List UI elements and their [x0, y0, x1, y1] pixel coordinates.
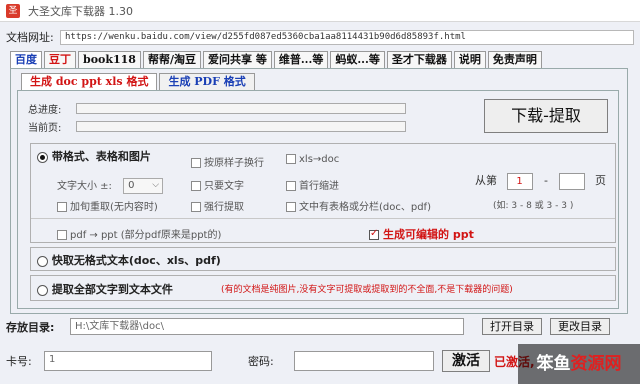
- total-progress-bar: [76, 103, 406, 114]
- change-directory-button[interactable]: 更改目录: [550, 318, 610, 335]
- mode-formatted-label: 带格式、表格和图片: [51, 150, 151, 163]
- first-indent-checkbox[interactable]: [286, 181, 296, 191]
- tab-weipu[interactable]: 维普...等: [273, 51, 329, 69]
- mode-all-text-group: 提取全部文字到文本文件 (有的文档是纯图片,没有文字可提取或提取到的不全面,不是…: [30, 275, 616, 301]
- pdf-to-ppt-checkbox[interactable]: [57, 230, 67, 240]
- mode-quick-text-option[interactable]: 快取无格式文本(doc、xls、pdf): [37, 252, 221, 268]
- total-progress-row: 总进度:: [28, 101, 406, 116]
- font-size-label: 文字大小 ±:: [57, 181, 112, 192]
- mode-formatted-option[interactable]: 带格式、表格和图片: [37, 148, 151, 164]
- download-extract-button[interactable]: 下载-提取: [484, 99, 608, 133]
- tab-docin[interactable]: 豆丁: [44, 51, 76, 69]
- current-progress-bar: [76, 121, 406, 132]
- password-input[interactable]: [294, 351, 434, 371]
- opt-pdf-to-ppt[interactable]: pdf → ppt (部分pdf原来是ppt的): [57, 226, 221, 241]
- tab-help[interactable]: 说明: [453, 51, 486, 69]
- tab-iask[interactable]: 爱问共享 等: [202, 51, 272, 69]
- first-indent-label: 首行缩进: [299, 181, 339, 192]
- page-to-input[interactable]: [559, 172, 586, 190]
- text-only-label: 只要文字: [204, 181, 244, 192]
- group-divider: [31, 218, 615, 219]
- format-panel: 总进度: 当前页: 下载-提取 带格式、表格和图片 按原样子换行 xls→doc…: [17, 90, 619, 309]
- table-columns-label: 文中有表格或分栏(doc、pdf): [299, 202, 431, 213]
- url-label: 文档网址:: [6, 31, 54, 44]
- directory-row: 存放目录: H:\文库下载器\doc\ 打开目录 更改目录: [6, 318, 610, 335]
- page-from-input[interactable]: 1: [506, 172, 533, 190]
- watermark-part1: 笨鱼: [536, 354, 571, 374]
- main-panel: 生成 doc ppt xls 格式 生成 PDF 格式 总进度: 当前页: 下载…: [10, 68, 628, 314]
- xls-doc-label: xls→doc: [299, 154, 340, 165]
- table-columns-checkbox[interactable]: [286, 202, 296, 212]
- opt-keep-newline[interactable]: 按原样子换行: [191, 154, 264, 169]
- activation-row: 卡号: 1 密码: 激活 已激活,: [6, 350, 535, 372]
- page-range-dash: -: [544, 174, 548, 187]
- mode-all-text-radio[interactable]: [37, 284, 48, 296]
- opt-text-only[interactable]: 只要文字: [191, 177, 244, 192]
- opt-reload[interactable]: 加旬重取(无内容时): [57, 198, 158, 213]
- reload-label: 加旬重取(无内容时): [70, 202, 158, 213]
- page-unit-label: 页: [594, 174, 606, 187]
- opt-first-indent[interactable]: 首行缩进: [286, 177, 339, 192]
- site-watermark: 笨鱼资源网: [518, 344, 640, 384]
- opt-editable-ppt[interactable]: 生成可编辑的 ppt: [369, 226, 474, 242]
- tab-book118[interactable]: book118: [78, 51, 141, 69]
- force-extract-checkbox[interactable]: [191, 202, 201, 212]
- mode-all-text-note: (有的文档是纯图片,没有文字可提取或提取到的不全面,不是下载器的问题): [221, 285, 513, 295]
- url-row: 文档网址: https://wenku.baidu.com/view/d255f…: [6, 29, 634, 45]
- page-example: (如: 3 - 8 或 3 - 3 ): [493, 201, 574, 211]
- mode-quick-text-radio[interactable]: [37, 255, 48, 267]
- card-label: 卡号:: [6, 355, 32, 368]
- window-title: 大圣文库下载器 1.30: [28, 4, 133, 18]
- format-tabs: 生成 doc ppt xls 格式 生成 PDF 格式: [21, 73, 257, 91]
- tab-mayi[interactable]: 蚂蚁...等: [330, 51, 385, 69]
- font-size-control: 文字大小 ±: 0: [57, 177, 164, 194]
- password-label: 密码:: [248, 355, 274, 368]
- opt-force-extract[interactable]: 强行提取: [191, 198, 244, 213]
- app-icon: 圣: [6, 3, 20, 18]
- open-directory-button[interactable]: 打开目录: [482, 318, 542, 335]
- mode-formatted-radio[interactable]: [37, 151, 48, 163]
- site-tabs: 百度 豆丁 book118 帮帮/淘豆 爱问共享 等 维普...等 蚂蚁...等…: [10, 51, 544, 70]
- page-from-label: 从第: [475, 174, 497, 187]
- directory-input[interactable]: H:\文库下载器\doc\: [70, 318, 464, 335]
- watermark-part2: 资源网: [570, 354, 622, 374]
- tab-disclaimer[interactable]: 免责声明: [487, 51, 542, 69]
- current-progress-label: 当前页:: [28, 123, 62, 134]
- editable-ppt-label: 生成可编辑的 ppt: [383, 228, 474, 241]
- tab-bangbang[interactable]: 帮帮/淘豆: [142, 51, 201, 69]
- reload-checkbox[interactable]: [57, 202, 67, 212]
- mode-all-text-option[interactable]: 提取全部文字到文本文件: [37, 281, 173, 297]
- directory-label: 存放目录:: [6, 320, 55, 334]
- total-progress-label: 总进度:: [28, 105, 62, 116]
- tab-shengcai[interactable]: 圣才下载器: [386, 51, 452, 69]
- text-only-checkbox[interactable]: [191, 181, 201, 191]
- font-size-select[interactable]: 0: [123, 178, 164, 194]
- page-range: 从第 1 - 页: [475, 172, 606, 190]
- mode-formatted-group: 带格式、表格和图片 按原样子换行 xls→doc 文字大小 ±: 0 只要文字 …: [30, 143, 616, 243]
- opt-table-columns[interactable]: 文中有表格或分栏(doc、pdf): [286, 198, 431, 213]
- xls-doc-checkbox[interactable]: [286, 154, 296, 164]
- editable-ppt-checkbox[interactable]: [369, 228, 379, 240]
- pdf-to-ppt-label: pdf → ppt (部分pdf原来是ppt的): [70, 230, 222, 241]
- keep-newline-checkbox[interactable]: [191, 158, 201, 168]
- url-input[interactable]: https://wenku.baidu.com/view/d255fd087ed…: [60, 29, 634, 45]
- tab-pdf-format[interactable]: 生成 PDF 格式: [159, 73, 255, 91]
- mode-quick-text-group: 快取无格式文本(doc、xls、pdf): [30, 247, 616, 271]
- opt-xls-doc[interactable]: xls→doc: [286, 154, 339, 165]
- keep-newline-label: 按原样子换行: [204, 158, 264, 169]
- current-progress-row: 当前页:: [28, 119, 406, 134]
- title-bar: 圣 大圣文库下载器 1.30: [0, 0, 640, 22]
- force-extract-label: 强行提取: [204, 202, 244, 213]
- mode-all-text-label: 提取全部文字到文本文件: [51, 283, 173, 296]
- activate-button[interactable]: 激活: [442, 350, 490, 372]
- mode-quick-text-label: 快取无格式文本(doc、xls、pdf): [51, 254, 221, 267]
- card-number-input[interactable]: 1: [44, 351, 212, 371]
- tab-doc-format[interactable]: 生成 doc ppt xls 格式: [21, 73, 158, 91]
